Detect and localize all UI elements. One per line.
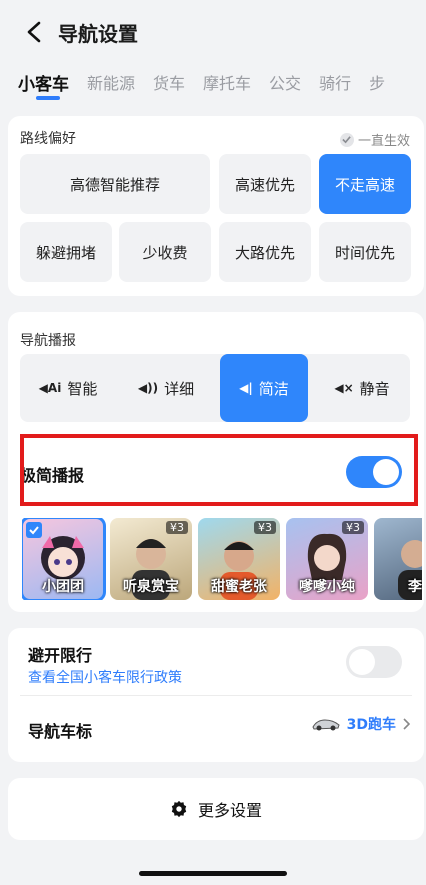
voice-name: 甜蜜老张 (211, 579, 267, 595)
route-avoid-congestion[interactable]: 躲避拥堵 (20, 222, 112, 282)
broadcast-concise[interactable]: ◀| 简洁 (220, 354, 308, 422)
avoid-restriction-toggle[interactable] (346, 646, 402, 678)
voice-name: 小团团 (42, 579, 84, 595)
route-preference-card: 路线偏好 一直生效 高德智能推荐 高速优先 不走高速 躲避拥堵 少收费 大路优先… (8, 116, 424, 296)
nav-car-icon-title: 导航车标 (28, 722, 93, 741)
broadcast-smart-label: 智能 (67, 379, 98, 398)
more-settings-label: 更多设置 (197, 801, 262, 820)
route-less-toll[interactable]: 少收费 (119, 222, 211, 282)
route-preference-title: 路线偏好 (20, 131, 76, 147)
always-effective-hint: 一直生效 (339, 130, 410, 149)
price-badge: ¥3 (166, 521, 188, 534)
tab-cycling[interactable]: 骑行 (319, 64, 351, 104)
speaker-loud-icon: ◀)) (137, 381, 159, 395)
car-icon-value: 3D跑车 (346, 717, 396, 733)
header: 导航设置 (0, 0, 426, 64)
toggle-knob (349, 649, 375, 675)
tab-car[interactable]: 小客车 (18, 64, 69, 104)
broadcast-mute[interactable]: ◀× 静音 (318, 354, 406, 422)
home-indicator[interactable] (139, 871, 287, 876)
voice-pack-item[interactable]: 李 (374, 518, 422, 600)
chevron-right-icon (403, 718, 410, 730)
tab-new-energy[interactable]: 新能源 (87, 64, 135, 104)
broadcast-card: 导航播报 ◀Ai 智能 ◀)) 详细 ◀| 简洁 ◀× 静音 极简播报 小团团 … (8, 312, 424, 612)
driving-options-card: 避开限行 查看全国小客车限行政策 导航车标 3D跑车 (8, 628, 424, 762)
voice-name: 嗲嗲小纯 (299, 579, 355, 595)
price-badge: ¥3 (254, 521, 276, 534)
voice-name: 李 (408, 579, 422, 595)
broadcast-smart[interactable]: ◀Ai 智能 (24, 354, 112, 422)
sports-car-icon (312, 719, 340, 731)
route-smart-recommend[interactable]: 高德智能推荐 (20, 154, 210, 214)
tab-truck[interactable]: 货车 (153, 64, 185, 104)
broadcast-detailed-label: 详细 (164, 379, 195, 398)
route-avoid-highway[interactable]: 不走高速 (319, 154, 411, 214)
more-settings-card[interactable]: 更多设置 (8, 778, 424, 840)
speaker-low-icon: ◀| (239, 381, 253, 395)
broadcast-detailed[interactable]: ◀)) 详细 (122, 354, 210, 422)
route-highway-first[interactable]: 高速优先 (219, 154, 311, 214)
broadcast-mode-selector: ◀Ai 智能 ◀)) 详细 ◀| 简洁 ◀× 静音 (20, 354, 410, 422)
highlight-box (20, 434, 418, 506)
back-arrow-icon[interactable] (14, 12, 54, 52)
route-main-road[interactable]: 大路优先 (219, 222, 311, 282)
more-settings-button[interactable]: 更多设置 (8, 778, 424, 840)
broadcast-concise-label: 简洁 (258, 379, 289, 398)
broadcast-title: 导航播报 (20, 333, 76, 349)
speaker-ai-icon: ◀Ai (38, 381, 62, 395)
selected-check-icon (26, 522, 42, 538)
route-fastest[interactable]: 时间优先 (319, 222, 411, 282)
voice-pack-item[interactable]: ¥3 听泉赏宝 (110, 518, 192, 600)
voice-pack-list: 小团团 ¥3 听泉赏宝 ¥3 甜蜜老张 ¥3 嗲嗲小纯 李 (22, 518, 422, 600)
voice-pack-item[interactable]: ¥3 嗲嗲小纯 (286, 518, 368, 600)
hint-label: 一直生效 (357, 134, 410, 149)
restriction-policy-link[interactable]: 查看全国小客车限行政策 (28, 667, 182, 687)
divider (20, 695, 412, 696)
speaker-mute-icon: ◀× (334, 381, 354, 395)
tab-bus[interactable]: 公交 (269, 64, 301, 104)
price-badge: ¥3 (342, 521, 364, 534)
tab-motorcycle[interactable]: 摩托车 (203, 64, 251, 104)
vehicle-tabs: 小客车 新能源 货车 摩托车 公交 骑行 步 (0, 64, 426, 104)
page-title: 导航设置 (58, 21, 138, 46)
voice-pack-item[interactable]: 小团团 (22, 518, 106, 600)
voice-pack-item[interactable]: ¥3 甜蜜老张 (198, 518, 280, 600)
nav-car-icon-selector[interactable]: 3D跑车 (311, 714, 410, 734)
broadcast-mute-label: 静音 (359, 379, 390, 398)
gear-icon (171, 800, 187, 818)
voice-name: 听泉赏宝 (123, 579, 179, 595)
check-icon (339, 132, 354, 147)
active-tab-indicator (36, 96, 60, 100)
tab-walking[interactable]: 步 (369, 64, 385, 104)
avoid-restriction-title: 避开限行 (28, 646, 93, 665)
